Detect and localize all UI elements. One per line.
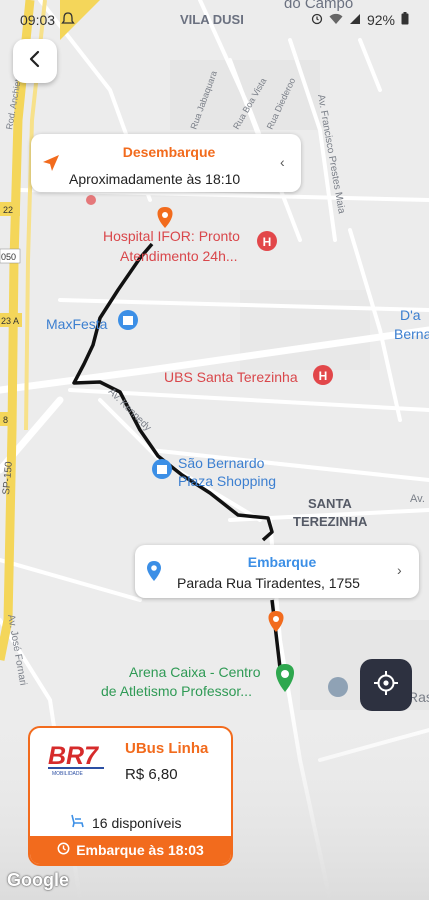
location-pin-icon (146, 560, 162, 587)
brand-logo: BR7 MOBILIDADE (46, 742, 112, 783)
svg-text:MOBILIDADE: MOBILIDADE (52, 771, 84, 777)
trip-line-name: UBus Linha (125, 740, 209, 757)
battery-level: 92% (366, 12, 395, 28)
navigation-arrow-icon (41, 153, 61, 178)
road-shield-8: 8 (3, 415, 8, 425)
road-shield-050: 050 (1, 252, 16, 262)
map-label-berna: Berna (394, 326, 429, 342)
map-label-sao-bernardo-2: Plaza Shopping (178, 473, 276, 489)
notification-icon (61, 11, 75, 29)
map-label-arena-2: de Atletismo Professor... (101, 683, 252, 699)
locate-button[interactable] (360, 659, 412, 711)
drop-off-time: Aproximadamente às 18:10 (69, 171, 241, 187)
map-label-hospital-2: Atendimento 24h... (120, 248, 238, 264)
google-logo: Google (7, 870, 69, 890)
map-label-arena-1: Arena Caixa - Centro (129, 664, 261, 680)
seat-icon (70, 814, 86, 831)
chevron-right-icon: › (397, 562, 402, 578)
svg-text:BR7: BR7 (48, 742, 99, 770)
map-label-av-right: Av. (410, 493, 425, 505)
alarm-icon (311, 12, 323, 28)
status-right: 92% (311, 12, 409, 28)
boarding-card[interactable]: Embarque Parada Rua Tiradentes, 1755 › (135, 545, 419, 598)
boarding-stop: Parada Rua Tiradentes, 1755 (177, 575, 360, 591)
back-button[interactable] (13, 39, 57, 83)
chevron-icon: ‹ (280, 154, 285, 170)
arrow-left-icon (25, 49, 45, 74)
crosshair-locate-icon (373, 670, 399, 701)
map-label-maxfesta: MaxFesta (46, 316, 108, 332)
map-label-da: D'a (400, 307, 421, 323)
battery-icon (401, 12, 409, 28)
svg-text:H: H (263, 235, 272, 249)
clock-icon (57, 842, 70, 858)
seats-available: 16 disponíveis (92, 814, 182, 831)
drop-off-card[interactable]: Desembarque Aproximadamente às 18:10 ‹ (31, 134, 301, 192)
trip-seats: 16 disponíveis (70, 814, 182, 831)
map-label-hospital-1: Hospital IFOR: Pronto (103, 228, 240, 244)
map-label-ubs: UBS Santa Terezinha (164, 369, 298, 385)
status-time: 09:03 (20, 12, 56, 28)
road-shield-22: 22 (3, 205, 13, 215)
status-left: 09:03 (20, 11, 75, 29)
status-bar: 09:03 92% (0, 0, 429, 40)
svg-text:H: H (319, 369, 328, 383)
road-shield-23a: 23 A (1, 316, 19, 326)
map-label-santa-2: TEREZINHA (293, 514, 368, 529)
map-label-sao-bernardo-1: São Bernardo (178, 455, 265, 471)
boarding-title: Embarque (247, 554, 317, 570)
trip-price: R$ 6,80 (125, 766, 178, 783)
signal-icon (349, 12, 361, 28)
boarding-time: Embarque às 18:03 (76, 842, 204, 858)
trip-card[interactable]: BR7 MOBILIDADE UBus Linha R$ 6,80 16 dis… (28, 726, 233, 866)
boarding-time-footer: Embarque às 18:03 (30, 836, 231, 864)
drop-off-title: Desembarque (122, 144, 216, 160)
wifi-icon (329, 12, 343, 28)
map-label-santa-1: SANTA (308, 496, 352, 511)
